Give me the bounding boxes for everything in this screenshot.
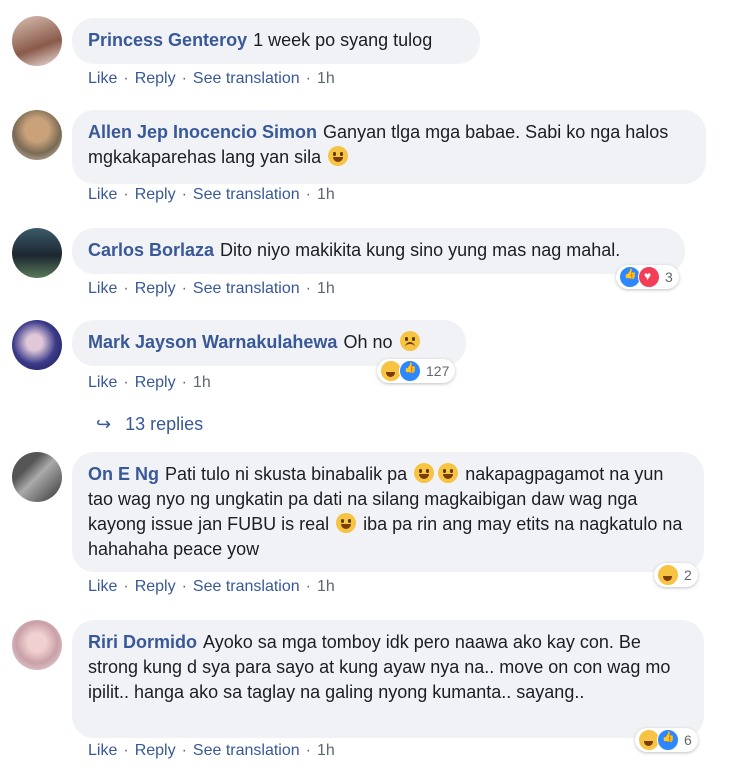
avatar[interactable] [12,452,62,502]
like-reaction-icon [399,360,421,382]
sad-emoji-icon [399,331,420,351]
reply-button[interactable]: Reply [135,186,176,203]
reaction-summary[interactable]: 127 [377,359,456,383]
reaction-count: 3 [665,269,673,285]
see-translation-link[interactable]: See translation [193,70,300,87]
reply-button[interactable]: Reply [135,280,176,297]
avatar[interactable] [12,228,62,278]
avatar[interactable] [12,110,62,160]
comment-author[interactable]: Allen Jep Inocencio Simon [88,122,317,142]
grin-emoji-icon [336,513,357,533]
comment-author[interactable]: On E Ng [88,464,159,484]
comment-author[interactable]: Mark Jayson Warnakulahewa [88,332,337,352]
reply-button[interactable]: Reply [135,70,176,87]
timestamp[interactable]: 1h [317,186,335,203]
reaction-count: 2 [684,567,692,583]
reply-arrow-icon: ↪ [96,414,112,434]
rofl-emoji-icon [438,463,459,483]
like-button[interactable]: Like [88,374,117,391]
comment-actions: Like · Reply · See translation · 1h [88,280,335,297]
avatar[interactable] [12,620,62,670]
timestamp[interactable]: 1h [193,374,211,391]
comment-actions: Like · Reply · 1h [88,374,211,391]
comment-text: Pati tulo ni skusta binabalik pa [165,464,408,484]
reply-button[interactable]: Reply [135,578,176,595]
comment-bubble: Carlos Borlaza Dito niyo makikita kung si… [72,228,685,274]
comment-text: 1 week po syang tulog [253,30,433,50]
see-translation-link[interactable]: See translation [193,280,300,297]
reply-button[interactable]: Reply [135,374,176,391]
like-button[interactable]: Like [88,280,117,297]
timestamp[interactable]: 1h [317,742,335,759]
comment-bubble: On E Ng Pati tulo ni skusta binabalik pa … [72,452,704,572]
like-button[interactable]: Like [88,578,117,595]
smile-emoji-icon [328,146,349,166]
comment-bubble: Princess Genteroy 1 week po syang tulog [72,18,480,64]
reaction-summary[interactable]: 6 [635,728,698,752]
see-translation-link[interactable]: See translation [193,186,300,203]
love-reaction-icon [638,266,660,288]
timestamp[interactable]: 1h [317,70,335,87]
like-button[interactable]: Like [88,70,117,87]
like-button[interactable]: Like [88,742,117,759]
avatar[interactable] [12,16,62,66]
comment-actions: Like · Reply · See translation · 1h [88,70,335,87]
timestamp[interactable]: 1h [317,578,335,595]
comment-author[interactable]: Riri Dormido [88,632,197,652]
reaction-summary[interactable]: 2 [654,563,698,587]
replies-count-label: 13 replies [125,414,204,434]
reply-button[interactable]: Reply [135,742,176,759]
avatar[interactable] [12,320,62,370]
comment-text: Dito niyo makikita kung sino yung mas na… [220,240,621,260]
reaction-count: 6 [684,732,692,748]
comment-author[interactable]: Princess Genteroy [88,30,247,50]
comment-actions: Like · Reply · See translation · 1h [88,578,335,595]
timestamp[interactable]: 1h [317,280,335,297]
comment-actions: Like · Reply · See translation · 1h [88,742,335,759]
comment-author[interactable]: Carlos Borlaza [88,240,214,260]
see-translation-link[interactable]: See translation [193,578,300,595]
like-reaction-icon [657,729,679,751]
view-replies-link[interactable]: ↪ 13 replies [96,414,203,435]
like-button[interactable]: Like [88,186,117,203]
reaction-summary[interactable]: 3 [616,265,679,289]
comment-text: Oh no [343,332,393,352]
comment-actions: Like · Reply · See translation · 1h [88,186,335,203]
tears-of-joy-emoji-icon [414,463,435,483]
haha-reaction-icon [657,564,679,586]
see-translation-link[interactable]: See translation [193,742,300,759]
comment-bubble: Allen Jep Inocencio Simon Ganyan tlga mga… [72,110,706,184]
reaction-count: 127 [426,363,450,379]
comment-bubble: Riri Dormido Ayoko sa mga tomboy idk pero… [72,620,704,738]
